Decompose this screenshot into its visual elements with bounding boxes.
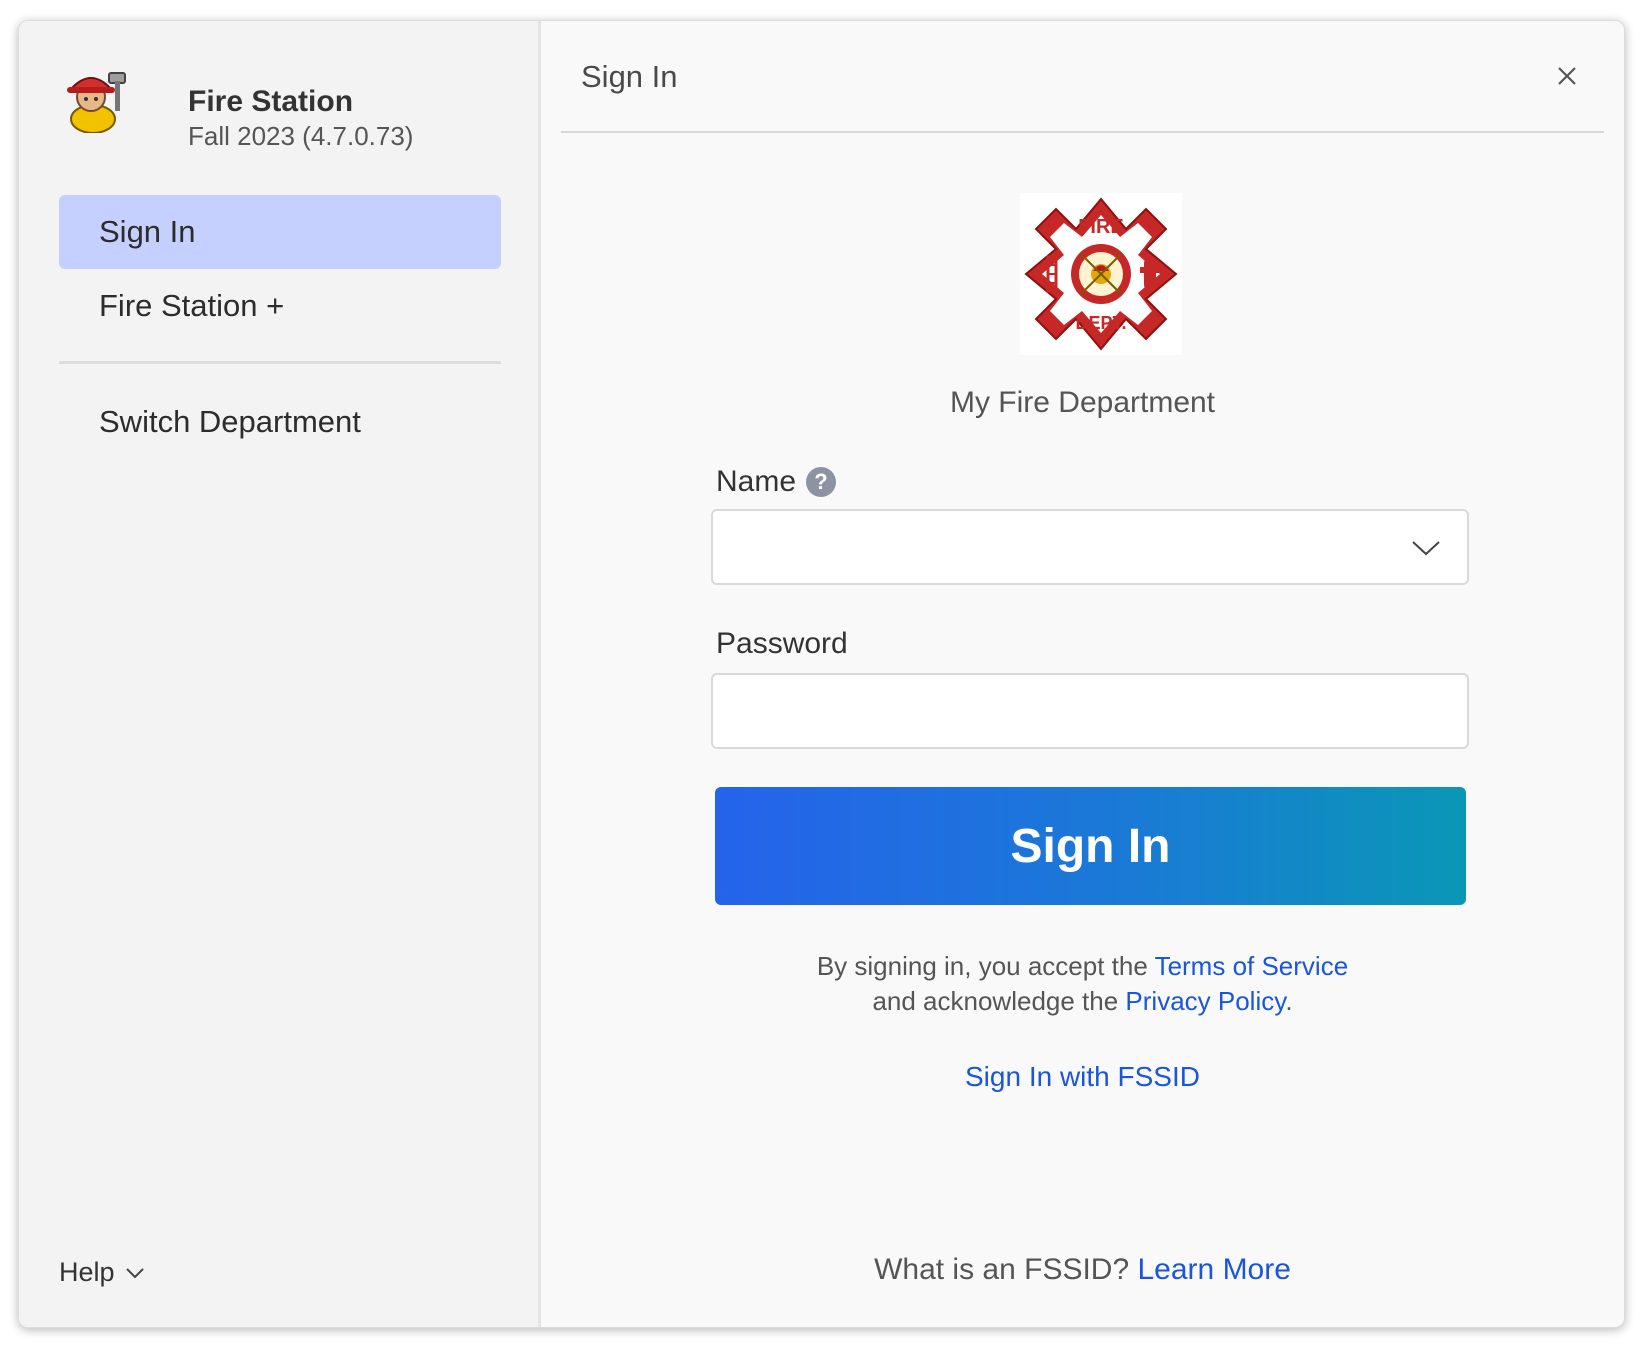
name-label-text: Name [716, 465, 797, 498]
help-label: Help [59, 1257, 115, 1287]
logo-text-top: FIRE [1078, 216, 1124, 238]
name-field-label: Name ? [716, 465, 837, 499]
fssid-info-row: What is an FSSID? Learn More [541, 1253, 1624, 1287]
fssid-question: What is an FSSID? [874, 1253, 1138, 1286]
sidebar-item-sign-in[interactable]: Sign In [59, 195, 501, 269]
question-circle-icon[interactable]: ? [806, 467, 837, 497]
sidebar-item-fire-station-plus[interactable]: Fire Station + [59, 269, 501, 343]
name-dropdown[interactable] [711, 509, 1469, 585]
chevron-down-icon [1412, 541, 1440, 556]
close-icon[interactable] [1552, 61, 1582, 91]
password-field-label: Password [716, 627, 848, 660]
terms-prefix: By signing in, you accept the [816, 951, 1155, 981]
privacy-policy-link[interactable]: Privacy Policy [1125, 986, 1285, 1016]
password-input[interactable] [711, 673, 1469, 749]
app-header: Fire Station Fall 2023 (4.7.0.73) [57, 59, 527, 151]
page-title: Sign In [581, 59, 678, 94]
chevron-down-icon [125, 1267, 144, 1278]
department-logo: FIRE DEPT. [1020, 193, 1182, 355]
sign-in-with-fssid-link[interactable]: Sign In with FSSID [965, 1061, 1200, 1092]
sign-in-button[interactable]: Sign In [715, 787, 1466, 905]
help-menu-button[interactable]: Help [59, 1257, 145, 1288]
main-header: Sign In [561, 21, 1604, 133]
sidebar: Fire Station Fall 2023 (4.7.0.73) Sign I… [19, 21, 541, 1327]
logo-text-bottom: DEPT. [1075, 313, 1126, 333]
department-name: My Fire Department [949, 386, 1216, 419]
main-panel: Sign In FIRE DEPT. My Fire Department Na… [541, 21, 1624, 1327]
app-name: Fire Station [188, 85, 354, 118]
sign-in-window: Fire Station Fall 2023 (4.7.0.73) Sign I… [18, 20, 1625, 1328]
learn-more-link[interactable]: Learn More [1138, 1253, 1291, 1286]
sidebar-item-switch-department[interactable]: Switch Department [59, 385, 501, 459]
firefighter-icon [67, 72, 126, 133]
terms-notice: By signing in, you accept the Terms of S… [541, 949, 1624, 1019]
sidebar-divider [59, 361, 501, 364]
fssid-row: Sign In with FSSID [541, 1061, 1624, 1093]
terms-middle: and acknowledge the [872, 986, 1126, 1016]
app-version: Fall 2023 (4.7.0.73) [188, 121, 414, 151]
terms-suffix: . [1285, 986, 1293, 1016]
terms-of-service-link[interactable]: Terms of Service [1155, 951, 1349, 981]
